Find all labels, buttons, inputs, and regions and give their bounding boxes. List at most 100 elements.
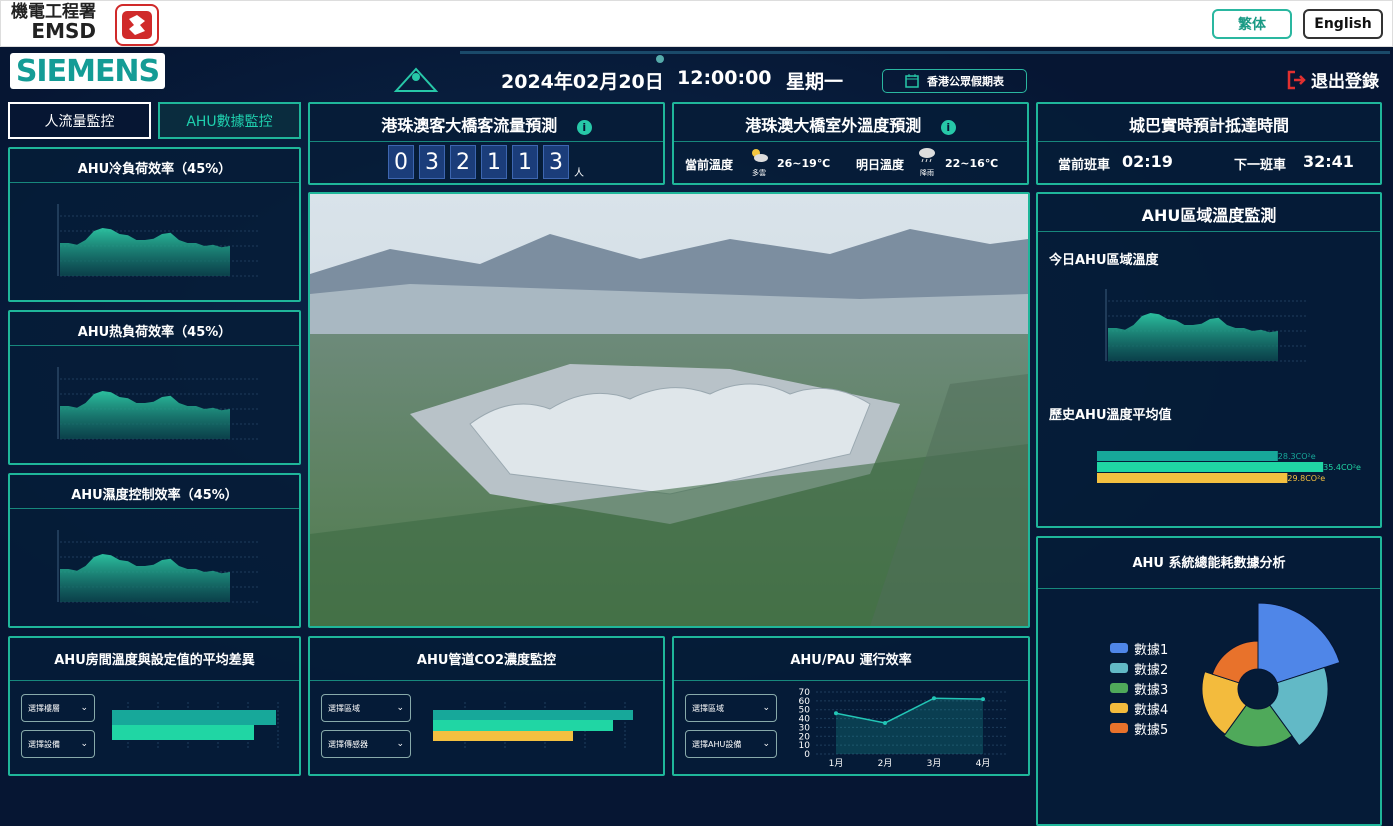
energy-rose-chart xyxy=(1201,602,1341,748)
zone-bar-3 xyxy=(1097,473,1288,483)
info-icon[interactable]: i xyxy=(940,120,956,135)
legend-item-4[interactable]: 數據4 xyxy=(1110,698,1168,718)
today-range: 26~19℃ xyxy=(777,157,831,170)
next-bus-label: 下一班車 xyxy=(1234,158,1287,173)
sensor-select[interactable]: 選擇傳感器 ⌄ xyxy=(321,730,411,758)
device-select[interactable]: 選擇設備 ⌄ xyxy=(21,730,95,758)
chevron-down-icon: ⌄ xyxy=(80,703,88,713)
legend-label: 數據3 xyxy=(1134,682,1169,698)
logout-label: 退出登錄 xyxy=(1311,72,1379,92)
weather-title: 港珠澳大橋室外溫度預測 xyxy=(745,116,922,135)
cloudy-sun-icon xyxy=(752,149,768,162)
x-tick-label: 2月 xyxy=(878,758,893,769)
y-tick-label: 70 xyxy=(799,688,811,698)
legend-swatch xyxy=(1110,703,1128,713)
tab-passenger-flow[interactable]: 人流量監控 xyxy=(8,102,151,139)
humidity-panel: AHU濕度控制效率（45%） xyxy=(8,473,301,628)
select-value: 選擇傳感器 xyxy=(328,739,368,749)
energy-legend: 數據1 數據2 數據3 數據4 數據5 xyxy=(1110,638,1168,738)
legend-item-3[interactable]: 數據3 xyxy=(1110,678,1168,698)
zone-bar-label-3: 29.8CO²e xyxy=(1287,474,1325,483)
top-bar: 機電工程署 EMSD 繁体 English xyxy=(0,0,1393,47)
legend-label: 數據4 xyxy=(1134,702,1169,718)
digit-0: 0 xyxy=(388,145,414,179)
y-tick-label: 40 xyxy=(799,715,811,725)
rain-icon xyxy=(919,148,935,163)
x-tick-label: 3月 xyxy=(927,758,942,769)
select-value: 選擇區域 xyxy=(328,703,360,713)
logout-button[interactable]: 退出登錄 xyxy=(1287,67,1379,92)
digit-1: 3 xyxy=(419,145,445,179)
traditional-chinese-button[interactable]: 繁体 xyxy=(1212,9,1292,39)
holiday-label: 香港公眾假期表 xyxy=(927,75,1004,88)
area-select[interactable]: 選擇區域 ⌄ xyxy=(685,694,777,722)
chevron-down-icon: ⌄ xyxy=(396,739,404,749)
header-deco-line xyxy=(460,51,1390,54)
bar-2 xyxy=(433,720,613,731)
legend-swatch xyxy=(1110,643,1128,653)
y-tick-label: 50 xyxy=(799,706,811,716)
heat-load-area-chart xyxy=(57,367,260,440)
panel-title: AHU冷負荷效率（45%） xyxy=(77,162,232,177)
zone-bar-2 xyxy=(1097,462,1324,472)
logout-icon xyxy=(1287,70,1306,89)
passenger-title: 港珠澳客大橋客流量預測 xyxy=(381,116,558,135)
deco-dot xyxy=(656,55,664,63)
y-tick-label: 0 xyxy=(804,750,810,760)
bus-arrival-panel: 城巴實時預計抵達時間 當前班車 02:19 下一班車 32:41 xyxy=(1036,102,1382,185)
y-tick-label: 30 xyxy=(799,723,811,733)
y-tick-label: 10 xyxy=(799,741,811,751)
humidity-area-chart xyxy=(57,530,260,603)
legend-label: 數據1 xyxy=(1134,642,1169,658)
chevron-down-icon: ⌄ xyxy=(762,703,770,713)
digit-5: 3 xyxy=(543,145,569,179)
area-series xyxy=(60,228,230,276)
dashboard: SIEMENS 2024年02月20日 12:00:00 星期一 香港公眾假期表… xyxy=(0,47,1393,826)
co2-bar-chart xyxy=(433,702,633,748)
panel-title: AHU/PAU 運行效率 xyxy=(790,653,912,668)
bar-3 xyxy=(433,731,573,741)
digit-3: 1 xyxy=(481,145,507,179)
tomorrow-temp-label: 明日溫度 xyxy=(856,158,905,172)
select-value: 選擇AHU設備 xyxy=(692,739,742,749)
tab-ahu-data[interactable]: AHU數據監控 xyxy=(158,102,301,139)
temp-difference-panel: AHU房間溫度與設定值的平均差異 選擇樓層 ⌄ 選擇設備 ⌄ xyxy=(8,636,301,776)
zone-bar-label-1: 28.3CO²e xyxy=(1278,452,1316,461)
chevron-down-icon: ⌄ xyxy=(762,739,770,749)
temp-difference-bar-chart xyxy=(112,702,279,748)
tomorrow-condition: 降雨 xyxy=(920,169,934,177)
floor-select[interactable]: 選擇樓層 ⌄ xyxy=(21,694,95,722)
panel-title: AHU 系統總能耗數據分析 xyxy=(1132,556,1286,571)
data-point-2 xyxy=(883,721,887,725)
tomorrow-range: 22~16℃ xyxy=(945,157,999,170)
weather-panel: 港珠澳大橋室外溫度預測 i 當前溫度 多雲 26~19℃ 明日溫度 降雨 22~… xyxy=(672,102,1029,185)
holiday-calendar-button[interactable]: 香港公眾假期表 xyxy=(882,69,1027,93)
legend-item-1[interactable]: 數據1 xyxy=(1110,638,1168,658)
info-icon[interactable]: i xyxy=(576,120,592,135)
y-tick-label: 20 xyxy=(799,732,811,742)
panel-title: 港珠澳大橋室外溫度預測 i xyxy=(674,112,1027,136)
rose-slice-1 xyxy=(1257,602,1341,684)
airport-photo xyxy=(308,192,1030,628)
passenger-counter: 032113人 xyxy=(388,145,584,179)
legend-item-2[interactable]: 數據2 xyxy=(1110,658,1168,678)
ahu-device-select[interactable]: 選擇AHU設備 ⌄ xyxy=(685,730,777,758)
legend-swatch xyxy=(1110,723,1128,733)
data-point-4 xyxy=(981,697,985,702)
history-zone-title: 歷史AHU溫度平均值 xyxy=(1049,408,1172,423)
bar-1 xyxy=(112,710,276,725)
digit-4: 1 xyxy=(512,145,538,179)
legend-swatch xyxy=(1110,663,1128,673)
energy-analysis-panel: AHU 系統總能耗數據分析 數據1 數據2 數據3 數據4 數據5 xyxy=(1036,536,1382,826)
area-series xyxy=(1108,313,1278,361)
rose-slice-5 xyxy=(1211,640,1259,684)
area-select[interactable]: 選擇區域 ⌄ xyxy=(321,694,411,722)
area-series xyxy=(60,554,230,602)
logo-en: EMSD xyxy=(31,19,96,43)
panel-title: AHU濕度控制效率（45%） xyxy=(71,488,238,503)
english-button[interactable]: English xyxy=(1303,9,1383,39)
calendar-icon xyxy=(905,74,919,88)
select-value: 選擇區域 xyxy=(692,703,724,713)
chevron-down-icon: ⌄ xyxy=(396,703,404,713)
legend-item-5[interactable]: 數據5 xyxy=(1110,718,1168,738)
